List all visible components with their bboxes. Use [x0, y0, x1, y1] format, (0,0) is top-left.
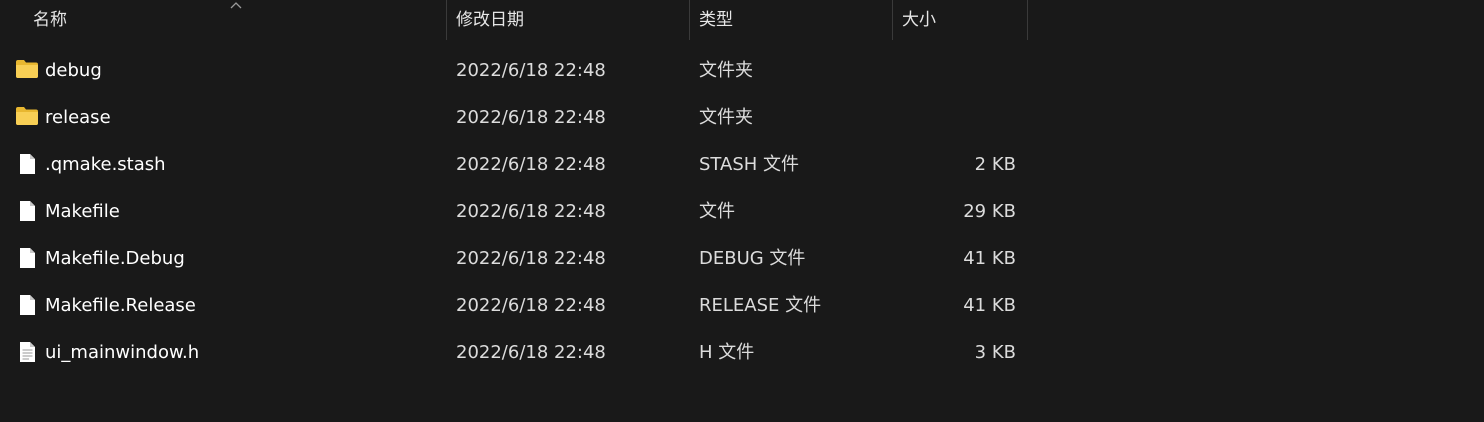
column-header-bar: 名称 修改日期 类型 大小: [0, 0, 1484, 40]
file-type: 文件夹: [699, 60, 753, 81]
file-size: [895, 47, 1016, 94]
column-divider[interactable]: [446, 0, 447, 40]
file-date-modified: 2022/6/18 22:48: [456, 295, 606, 316]
file-date-modified: 2022/6/18 22:48: [456, 60, 606, 81]
file-date-modified: 2022/6/18 22:48: [456, 107, 606, 128]
column-divider[interactable]: [689, 0, 690, 40]
folder-icon: [15, 59, 39, 81]
file-date-modified: 2022/6/18 22:48: [456, 154, 606, 175]
file-icon: [15, 200, 39, 222]
column-header-type[interactable]: 类型: [691, 0, 892, 40]
file-type: H 文件: [699, 342, 755, 363]
file-row-debug[interactable]: debug 2022/6/18 22:48 文件夹: [0, 47, 1040, 94]
file-type: STASH 文件: [699, 154, 800, 175]
file-icon: [15, 247, 39, 269]
file-icon: [15, 294, 39, 316]
column-header-name[interactable]: 名称: [25, 0, 446, 40]
file-type: DEBUG 文件: [699, 248, 806, 269]
column-divider[interactable]: [892, 0, 893, 40]
file-list: debug 2022/6/18 22:48 文件夹 release 2022/6…: [0, 47, 1484, 376]
file-row-qmake-stash[interactable]: .qmake.stash 2022/6/18 22:48 STASH 文件 2 …: [0, 141, 1040, 188]
file-name: debug: [45, 60, 102, 81]
file-name: release: [45, 107, 111, 128]
file-name: Makefile.Release: [45, 295, 196, 316]
folder-icon: [15, 106, 39, 128]
file-type: 文件: [699, 201, 735, 222]
file-date-modified: 2022/6/18 22:48: [456, 248, 606, 269]
file-name: Makefile.Debug: [45, 248, 185, 269]
file-row-makefile-release[interactable]: Makefile.Release 2022/6/18 22:48 RELEASE…: [0, 282, 1040, 329]
file-name: Makefile: [45, 201, 120, 222]
column-header-date-modified[interactable]: 修改日期: [448, 0, 689, 40]
file-name: .qmake.stash: [45, 154, 166, 175]
file-type: RELEASE 文件: [699, 295, 822, 316]
text-file-icon: [15, 341, 39, 363]
file-size: 41 KB: [963, 248, 1016, 269]
file-name: ui_mainwindow.h: [45, 342, 200, 363]
file-date-modified: 2022/6/18 22:48: [456, 201, 606, 222]
file-row-ui-mainwindow-h[interactable]: ui_mainwindow.h 2022/6/18 22:48 H 文件 3 K…: [0, 329, 1040, 376]
file-date-modified: 2022/6/18 22:48: [456, 342, 606, 363]
file-row-release[interactable]: release 2022/6/18 22:48 文件夹: [0, 94, 1040, 141]
file-size: [895, 94, 1016, 141]
file-type: 文件夹: [699, 107, 753, 128]
file-size: 41 KB: [963, 295, 1016, 316]
file-size: 2 KB: [974, 154, 1016, 175]
column-header-size[interactable]: 大小: [894, 0, 1027, 40]
file-explorer-list: 名称 修改日期 类型 大小 debug 2022/6/18 22:48 文件夹: [0, 0, 1484, 422]
file-size: 29 KB: [963, 201, 1016, 222]
file-icon: [15, 153, 39, 175]
file-row-makefile[interactable]: Makefile 2022/6/18 22:48 文件 29 KB: [0, 188, 1040, 235]
column-divider[interactable]: [1027, 0, 1028, 40]
file-row-makefile-debug[interactable]: Makefile.Debug 2022/6/18 22:48 DEBUG 文件 …: [0, 235, 1040, 282]
file-size: 3 KB: [974, 342, 1016, 363]
